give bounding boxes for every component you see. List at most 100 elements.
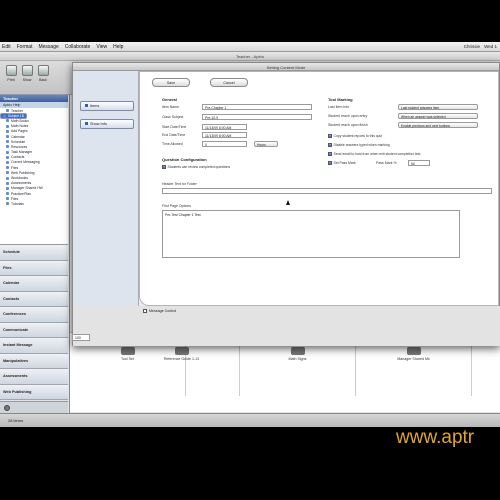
first-page-textarea[interactable]: Pre-Test Chapter 1 Test: [162, 210, 460, 258]
review-questions-checkbox[interactable]: Students can review completed questions: [162, 165, 230, 169]
sidebar-section[interactable]: Contacts: [0, 291, 68, 307]
sidebar-section[interactable]: Schedule: [0, 245, 68, 261]
folder-icon: [6, 135, 9, 139]
tool-checkbox[interactable]: Disable answers typed when marking: [328, 143, 390, 147]
sidebar-section[interactable]: Web Publishing: [0, 384, 68, 400]
intro-text-label: Header Text for Folder: [162, 182, 197, 186]
window-title: Teacher - Aptrio: [235, 54, 264, 59]
menubar-user[interactable]: Chrissie: [464, 44, 480, 49]
status-bar: 28 items: [0, 413, 500, 427]
sidebar-section[interactable]: Instant Message: [0, 338, 68, 354]
sidebar-section[interactable]: Communicate: [0, 322, 68, 338]
sidebar-tree-item[interactable]: Subject 1B: [0, 113, 27, 120]
sidebar-tree-item[interactable]: Tutorials: [0, 201, 68, 206]
folder-icon: [6, 150, 9, 154]
toolbar-print-button[interactable]: Print: [4, 65, 18, 87]
sidebar-section[interactable]: Calendar: [0, 276, 68, 292]
toolbar-back-button[interactable]: Back: [36, 65, 50, 87]
menubar-clock: Wed 1: [484, 44, 497, 49]
content-card[interactable]: Reference Guide 1-13: [124, 341, 240, 396]
folder-icon: [6, 145, 9, 149]
show-icon: [21, 65, 33, 76]
sidebar-section[interactable]: Conferences: [0, 307, 68, 323]
dialog-left-pane: Items Show Info: [73, 71, 139, 306]
folder-icon: [6, 197, 9, 201]
class-subject-label: Class Subject: [162, 115, 184, 119]
content-card[interactable]: Math Signs: [240, 341, 356, 396]
message-control-checkbox[interactable]: Message Control: [143, 309, 176, 313]
sidebar-section[interactable]: Files: [0, 260, 68, 276]
show-info-button[interactable]: Show Info: [80, 119, 134, 129]
dialog-main-pane: Save Cancel General Item Name Pre-Chapte…: [139, 71, 499, 306]
bullet-icon: [85, 104, 88, 107]
save-button[interactable]: Save: [152, 78, 190, 87]
checkbox-checked-icon: [328, 143, 332, 147]
sidebar-sections: Schedule Files Calendar Contacts Conferences…: [0, 245, 68, 400]
folder-icon: [6, 155, 9, 159]
checkbox-checked-icon: [328, 161, 332, 165]
start-date-field[interactable]: 11/13/09 8:00 AM: [202, 124, 247, 130]
folder-icon: [6, 109, 9, 113]
item-name-field[interactable]: Pre-Chapter 1: [202, 104, 312, 110]
dialog-footer: Message Control: [73, 306, 500, 346]
bullet-icon: [85, 122, 88, 125]
tool-marking-header: Tool Marking: [328, 97, 353, 102]
items-button[interactable]: Items: [80, 101, 134, 111]
checkbox-icon: [143, 309, 147, 313]
tool-row-label: Last Item Info: [328, 105, 350, 109]
folder-icon: [3, 114, 6, 118]
card-icon: [290, 347, 305, 355]
tool-checkbox[interactable]: Send email to host from when exit studen…: [328, 152, 420, 156]
folder-icon: [6, 166, 9, 170]
folder-icon: [6, 181, 9, 185]
tool-row-select[interactable]: Last student answers item: [398, 104, 478, 110]
time-unit-select[interactable]: Hours: [254, 141, 278, 147]
folder-icon: [6, 202, 9, 206]
folder-icon: [6, 186, 9, 190]
sidebar-section[interactable]: Assessments: [0, 369, 68, 385]
tool-row-select[interactable]: When an answer was selected: [398, 113, 478, 119]
question-config-header: Question Configuration: [162, 157, 207, 162]
card-icon: [174, 347, 189, 355]
tool-row-select[interactable]: Enable previous and next buttons: [398, 122, 478, 128]
pass-mark-checkbox[interactable]: Set Pass Mark: [328, 161, 356, 165]
menu-collaborate[interactable]: Collaborate: [65, 44, 91, 50]
zoom-select[interactable]: 100: [72, 334, 90, 341]
menu-help[interactable]: Help: [113, 44, 123, 50]
class-subject-field[interactable]: Pre-10-9: [202, 114, 312, 120]
sidebar-header: Teacher: [0, 95, 68, 102]
tool-checkbox[interactable]: Copy student reports to this quiz: [328, 134, 382, 138]
intro-text-field[interactable]: [162, 188, 492, 194]
toolbar-show-button[interactable]: Show: [20, 65, 34, 87]
gear-icon[interactable]: [4, 405, 10, 411]
folder-icon: [6, 176, 9, 180]
menu-bar: Edit Format Message Collaborate View Hel…: [0, 42, 500, 52]
back-icon: [37, 65, 49, 76]
menu-message[interactable]: Message: [38, 44, 58, 50]
sidebar-tree-list: TeacherSubject 1BStudioMath BooksMath No…: [0, 108, 68, 207]
sidebar: Teacher Aptrio Help TeacherSubject 1BStu…: [0, 95, 70, 413]
item-name-label: Item Name: [162, 105, 180, 109]
end-date-field[interactable]: 11/13/09 8:00 AM: [202, 132, 247, 138]
menu-format[interactable]: Format: [17, 44, 33, 50]
end-date-label: End Date/Time: [162, 133, 186, 137]
sidebar-tree: Teacher Aptrio Help TeacherSubject 1BStu…: [0, 95, 68, 245]
folder-icon: [6, 171, 9, 175]
sidebar-section[interactable]: Manipulatives: [0, 353, 68, 369]
checkbox-checked-icon: [162, 165, 166, 169]
content-card[interactable]: Manager Shared Mk: [356, 341, 472, 396]
folder-icon: [6, 140, 9, 144]
time-allowed-label: Time Allowed: [162, 142, 183, 146]
window-titlebar[interactable]: Teacher - Aptrio: [0, 52, 500, 61]
general-header: General: [162, 97, 177, 102]
pass-mark-field[interactable]: 60: [408, 160, 430, 166]
card-icon: [406, 347, 421, 355]
menu-edit[interactable]: Edit: [2, 44, 11, 50]
cancel-button[interactable]: Cancel: [210, 78, 248, 87]
sidebar-footer: [0, 401, 68, 413]
time-allowed-field[interactable]: 0: [202, 141, 247, 147]
menu-view[interactable]: View: [96, 44, 107, 50]
status-text: 28 items: [8, 418, 24, 423]
tool-row-label: Student reach upon finish: [328, 123, 368, 127]
folder-icon: [6, 192, 9, 196]
